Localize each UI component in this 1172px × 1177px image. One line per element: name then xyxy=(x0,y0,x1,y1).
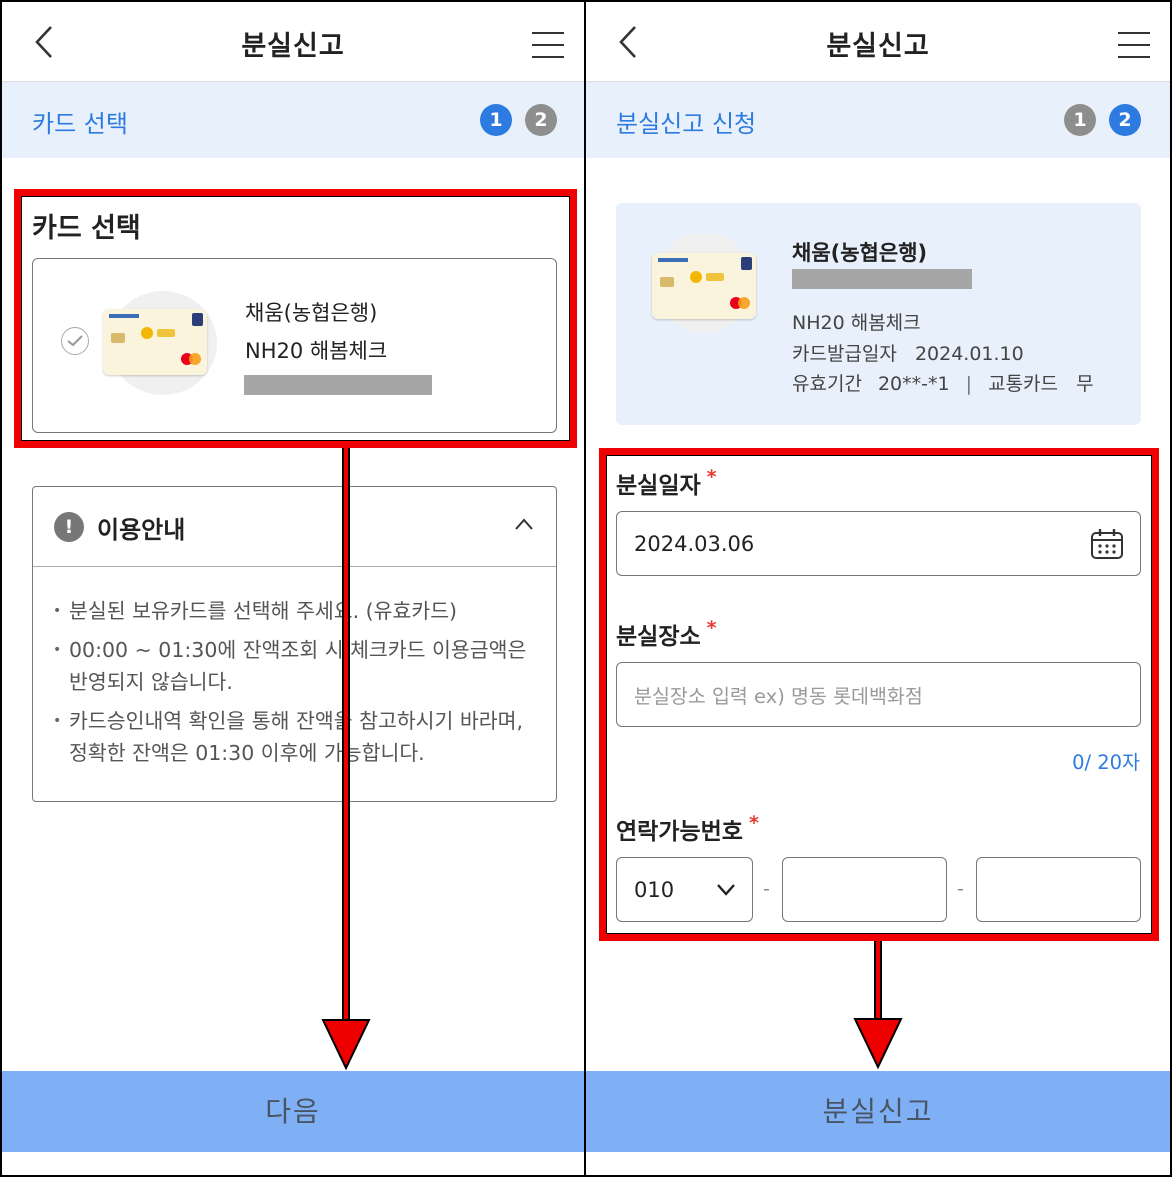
step-label: 카드 선택 xyxy=(32,110,128,138)
validity-label: 유효기간 xyxy=(792,373,862,395)
chevron-up-icon xyxy=(515,518,533,530)
list-item: 분실된 보유카드를 선택해 주세요. (유효카드) xyxy=(53,595,542,627)
transit-value: 무 xyxy=(1076,373,1094,395)
divider: | xyxy=(965,373,973,395)
check-icon[interactable] xyxy=(61,327,89,355)
hamburger-icon xyxy=(1118,32,1150,34)
usage-guide: ! 이용안내 분실된 보유카드를 선택해 주세요. (유효카드) 00:00 ~… xyxy=(32,486,557,802)
validity-row: 유효기간 20**-*1 | 교통카드 무 xyxy=(792,369,1094,396)
header: 분실신고 xyxy=(2,2,584,82)
menu-button[interactable] xyxy=(1118,32,1150,58)
masked-card-number xyxy=(792,269,972,289)
required-mark: * xyxy=(706,466,717,488)
loss-place-placeholder: 분실장소 입력 ex) 명동 롯데백화점 xyxy=(634,685,923,708)
issue-date-value: 2024.01.10 xyxy=(914,343,1024,365)
list-item: 카드승인내역 확인을 통해 잔액을 참고하시기 바라며, 정확한 잔액은 01:… xyxy=(53,705,542,769)
header: 분실신고 xyxy=(586,2,1170,82)
card-option[interactable]: 채움(농협은행) NH20 해봄체크 xyxy=(32,258,557,433)
hamburger-icon xyxy=(532,32,564,34)
usage-guide-toggle[interactable]: ! 이용안내 xyxy=(33,487,556,567)
list-item: 00:00 ~ 01:30에 잔액조회 시 체크카드 이용금액은 반영되지 않습… xyxy=(53,634,542,698)
step-2-badge: 2 xyxy=(525,104,557,136)
right-screen: 분실신고 분실신고 신청 1 2 채움(농협은행) NH20 해봄체크 카드발급… xyxy=(586,0,1172,1177)
phone-prefix-select[interactable]: 010 xyxy=(616,857,753,922)
contact-number-label: 연락가능번호 * xyxy=(616,812,759,845)
step-indicator: 분실신고 신청 1 2 xyxy=(586,82,1170,158)
exclamation-icon: ! xyxy=(54,512,84,542)
dash-separator: - xyxy=(763,878,770,900)
chevron-down-icon xyxy=(717,884,735,896)
dash-separator: - xyxy=(957,878,964,900)
transit-label: 교통카드 xyxy=(988,373,1059,395)
issue-date-row: 카드발급일자 2024.01.10 xyxy=(792,339,1024,366)
step-indicator: 카드 선택 1 2 xyxy=(2,82,584,158)
loss-date-value: 2024.03.06 xyxy=(634,531,755,556)
card-name: 채움(농협은행) xyxy=(245,301,378,325)
chevron-left-icon xyxy=(619,26,636,58)
step-2-badge: 2 xyxy=(1109,104,1141,136)
step-label: 분실신고 신청 xyxy=(616,110,757,138)
card-name: 채움(농협은행) xyxy=(792,241,928,265)
section-title: 카드 선택 xyxy=(32,213,141,244)
next-button[interactable]: 다음 xyxy=(2,1071,584,1152)
loss-date-field[interactable]: 2024.03.06 xyxy=(616,511,1141,576)
submit-loss-report-button[interactable]: 분실신고 xyxy=(586,1071,1170,1152)
card-product: NH20 해봄체크 xyxy=(792,312,921,334)
validity-value: 20**-*1 xyxy=(877,373,950,395)
selected-card-info: 채움(농협은행) NH20 해봄체크 카드발급일자 2024.01.10 유효기… xyxy=(616,203,1141,425)
calendar-icon[interactable] xyxy=(1090,528,1124,560)
menu-button[interactable] xyxy=(532,32,564,58)
guide-list: 분실된 보유카드를 선택해 주세요. (유효카드) 00:00 ~ 01:30에… xyxy=(53,595,542,776)
masked-card-number xyxy=(244,375,432,395)
left-screen: 분실신고 카드 선택 1 2 카드 선택 채움(농협은행) NH20 해봄체크 xyxy=(0,0,586,1177)
card-image xyxy=(652,253,756,319)
loss-place-input[interactable]: 분실장소 입력 ex) 명동 롯데백화점 xyxy=(616,662,1141,727)
char-counter: 0/ 20자 xyxy=(1072,751,1140,774)
card-product: NH20 해봄체크 xyxy=(245,339,388,363)
loss-place-label: 분실장소 * xyxy=(616,617,717,650)
down-arrow xyxy=(321,448,371,1071)
page-title: 분실신고 xyxy=(241,31,345,62)
required-mark: * xyxy=(706,617,717,639)
phone-last-input[interactable] xyxy=(976,857,1141,922)
chevron-left-icon xyxy=(35,26,52,58)
back-button[interactable] xyxy=(610,24,646,60)
required-mark: * xyxy=(748,812,759,834)
step-1-badge: 1 xyxy=(480,104,512,136)
issue-date-label: 카드발급일자 xyxy=(792,343,897,365)
phone-middle-input[interactable] xyxy=(782,857,947,922)
down-arrow xyxy=(853,941,903,1070)
step-1-badge: 1 xyxy=(1064,104,1096,136)
phone-prefix-value: 010 xyxy=(634,877,675,902)
loss-date-label: 분실일자 * xyxy=(616,466,717,499)
page-title: 분실신고 xyxy=(826,31,930,62)
back-button[interactable] xyxy=(26,24,62,60)
usage-guide-title: 이용안내 xyxy=(97,516,186,544)
card-image xyxy=(103,309,207,375)
